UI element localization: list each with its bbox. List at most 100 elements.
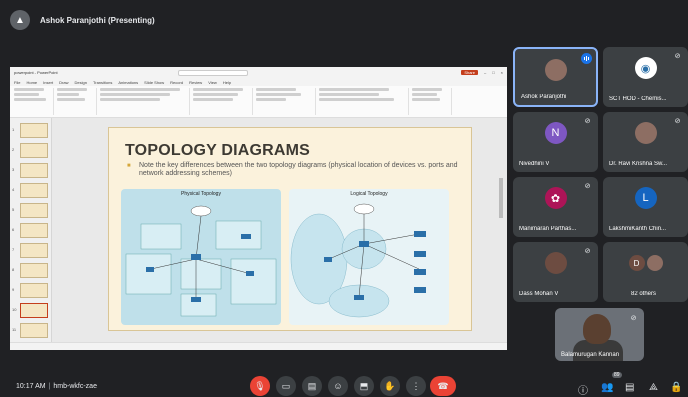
slide-scrollbar [499,178,503,218]
mic-toggle-button[interactable]: 🎙 [250,376,270,396]
ppt-search-box [177,69,248,76]
thumb-number: 2 [12,147,15,152]
others-count: 82 others [631,291,657,297]
ppt-status-bar [10,342,507,350]
captions-button[interactable]: ▤ [302,376,322,396]
logical-topology-label: Logical Topology [350,191,388,197]
activities-icon[interactable]: ⟁ [649,382,658,393]
participant-avatar [646,255,663,271]
participant-avatar: D [628,255,645,271]
mic-off-icon: ⊘ [674,118,681,125]
participant-tile[interactable]: N ⊘ Nivedhini V [513,112,598,172]
clock-time: 10:17 AM [16,383,46,390]
more-options-button[interactable]: ⋮ [406,376,426,396]
ribbon-group [256,88,316,115]
mic-off-icon: ⊘ [584,118,591,125]
thumb-number: 4 [12,187,15,192]
ribbon-group [193,88,253,115]
ppt-menu-item: Transitions [92,79,113,85]
present-button[interactable]: ⬒ [354,376,374,396]
thumb-number: 5 [12,207,15,212]
raise-hand-button[interactable]: ✋ [380,376,400,396]
leave-call-button[interactable]: ☎ [430,376,456,396]
self-video-face [583,314,611,344]
mic-off-icon: ⊘ [674,53,681,60]
participant-name: Dr. Ravi Krishna Sw... [609,161,668,167]
mic-off-icon: ⊘ [630,315,637,322]
others-tile[interactable]: D 82 others [603,242,688,302]
slide-thumbnail-selected [20,303,48,318]
participant-avatar [634,122,657,144]
chat-icon[interactable]: ▤ [625,382,634,393]
ppt-app-title: powerpoint - PowerPoint [14,70,58,75]
meeting-code: hmb-wkfc-zae [53,383,97,390]
current-slide: TOPOLOGY DIAGRAMS ■ Note the key differe… [108,127,472,331]
participant-avatar: N [544,122,567,144]
meeting-info: 10:17 AM | hmb-wkfc-zae [16,383,97,390]
self-view-tile[interactable]: ⊘ Balamurugan Kannan [555,308,644,361]
camera-toggle-button[interactable]: ▭ [276,376,296,396]
ppt-body: 1 2 3 4 5 6 7 8 9 10 11 TOPOLOGY DIAGRAM… [10,118,507,342]
ppt-minimize-icon: – [484,70,487,75]
participant-avatar [544,59,567,81]
emoji-button[interactable]: ☺ [328,376,348,396]
thumb-number: 1 [12,127,15,132]
host-controls-icon[interactable]: 🔒 [670,382,682,393]
participant-tile[interactable]: ⊘ Dass Mohan V [513,242,598,302]
participant-tile[interactable]: ✿ ⊘ Manimaran Parthas... [513,177,598,237]
participant-avatar: L [634,187,657,209]
top-bar: ▲ Ashok Paranjothi (Presenting) [0,0,688,40]
participant-tile[interactable]: ◉ ⊘ SCT HOD - Chemis... [603,47,688,107]
ppt-menu-item: Design [74,79,87,85]
physical-topology-drawing [125,205,277,317]
presenter-label: Ashok Paranjothi (Presenting) [40,15,155,25]
ribbon-group [57,88,97,115]
thumb-number: 3 [12,167,15,172]
ribbon-group [319,88,409,115]
slide-thumbnail [20,283,48,298]
participant-tile[interactable]: Ashok Paranjothi [513,47,598,107]
thumb-number: 7 [12,247,15,252]
mic-off-icon: ⊘ [584,248,591,255]
ppt-menu-item: Help [222,79,232,85]
mic-off-icon: ⊘ [584,183,591,190]
slide-thumbnail [20,183,48,198]
logical-topology-diagram: Logical Topology [289,189,449,325]
bottom-bar: 10:17 AM | hmb-wkfc-zae 🎙 ▭ ▤ ☺ ⬒ ✋ ⋮ ☎ ⓘ … [0,370,688,397]
ppt-close-icon: × [500,70,503,75]
thumb-number: 8 [12,267,15,272]
slide-thumbnail [20,223,48,238]
ribbon-group [100,88,190,115]
people-icon[interactable]: 👥 [601,382,613,393]
ppt-menu-item: Home [26,79,38,85]
shared-screen: powerpoint - PowerPoint Share – □ × File… [10,67,507,350]
self-name: Balamurugan Kannan [561,352,620,358]
participant-avatar [544,252,567,274]
participant-name: SCT HOD - Chemis... [609,96,667,102]
slide-thumbnail [20,123,48,138]
participant-name: Ashok Paranjothi [521,94,567,100]
slide-thumbnail [20,323,48,338]
presenter-avatar: ▲ [10,10,30,30]
others-avatars: D [628,255,663,271]
ppt-menu-item: Record [170,79,184,85]
slide-bullet-text: Note the key differences between the two… [139,162,458,177]
ribbon-group [14,88,54,115]
bullet-icon: ■ [127,163,131,169]
participant-avatar: ◉ [634,57,657,79]
speaking-indicator-icon [581,53,592,64]
participant-avatar: ✿ [544,187,567,209]
participant-name: Dass Mohan V [519,291,559,297]
ppt-maximize-icon: □ [492,70,495,75]
meeting-details-icon[interactable]: ⓘ [578,382,588,397]
ppt-menu-item: View [208,79,217,85]
participant-name: LakshmiKanth Chin... [609,226,667,232]
participant-tile[interactable]: L LakshmiKanth Chin... [603,177,688,237]
ppt-ribbon [10,86,507,118]
slide-thumbnail [20,203,48,218]
ppt-menu-bar: File Home Insert Draw Design Transitions… [10,78,507,86]
participant-tile[interactable]: ⊘ Dr. Ravi Krishna Sw... [603,112,688,172]
participant-name: Nivedhini V [519,161,550,167]
physical-topology-label: Physical Topology [181,191,221,197]
thumb-number: 11 [12,327,17,332]
